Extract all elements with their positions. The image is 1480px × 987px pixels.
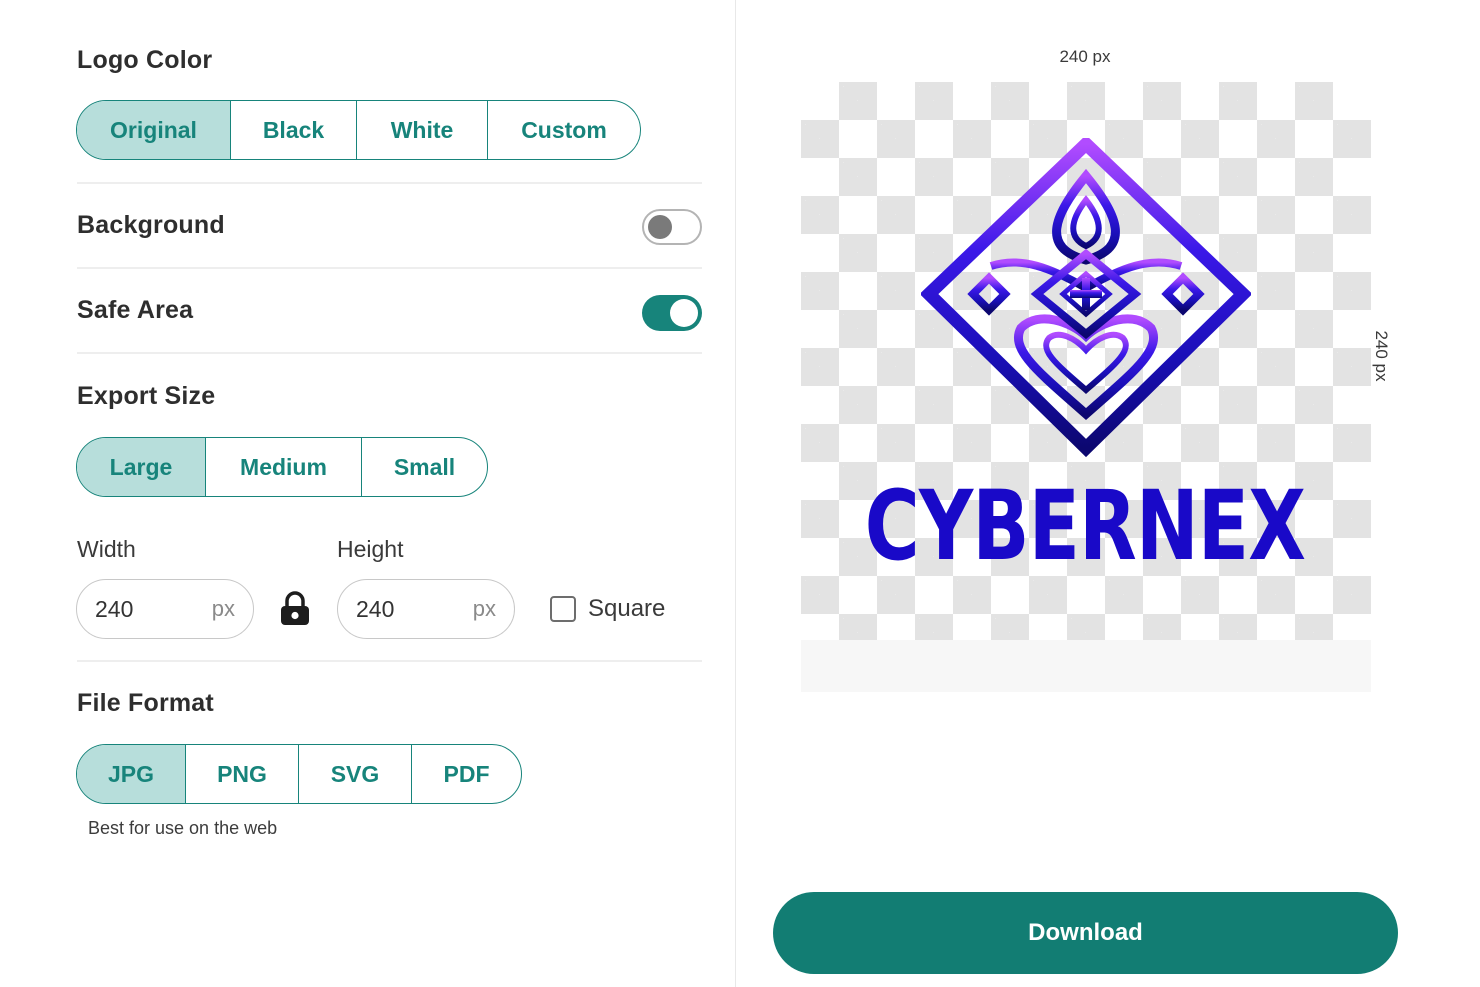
- square-label: Square: [588, 595, 666, 622]
- diamond-emblem-icon: [921, 138, 1251, 458]
- height-label: Height: [337, 536, 404, 562]
- toggle-knob: [670, 299, 698, 327]
- file-format-png-button[interactable]: PNG: [186, 745, 299, 803]
- height-input[interactable]: [356, 595, 446, 623]
- safe-area-margin: [801, 640, 1371, 692]
- safe-area-label: Safe Area: [77, 296, 194, 324]
- background-label: Background: [77, 211, 225, 239]
- square-checkbox[interactable]: [550, 596, 576, 622]
- download-button[interactable]: Download: [773, 892, 1398, 974]
- logo-color-custom-button[interactable]: Custom: [488, 101, 640, 159]
- height-unit: px: [472, 596, 496, 621]
- file-format-pdf-button[interactable]: PDF: [412, 745, 521, 803]
- divider: [77, 267, 702, 269]
- file-format-svg-button[interactable]: SVG: [299, 745, 412, 803]
- preview-height-dimension: 240 px: [1372, 330, 1391, 382]
- divider: [77, 660, 702, 662]
- lock-icon[interactable]: [279, 591, 311, 627]
- export-size-large-button[interactable]: Large: [77, 438, 206, 496]
- divider: [77, 352, 702, 354]
- preview-panel: 240 px 240 px CYBERNEX Download: [736, 0, 1480, 987]
- safe-area-toggle[interactable]: [642, 295, 702, 331]
- file-format-hint: Best for use on the web: [88, 818, 278, 838]
- export-size-selector: Large Medium Small: [76, 437, 488, 497]
- export-size-medium-button[interactable]: Medium: [206, 438, 362, 496]
- export-size-small-button[interactable]: Small: [362, 438, 487, 496]
- brand-wordmark: CYBERNEX: [864, 470, 1306, 582]
- logo-color-selector: Original Black White Custom: [76, 100, 641, 160]
- file-format-title: File Format: [77, 689, 214, 717]
- preview-width-dimension: 240 px: [1059, 47, 1111, 66]
- width-input[interactable]: [95, 595, 185, 623]
- width-label: Width: [77, 536, 136, 562]
- width-field: px: [76, 579, 254, 639]
- background-toggle[interactable]: [642, 209, 702, 245]
- logo-color-white-button[interactable]: White: [357, 101, 488, 159]
- file-format-jpg-button[interactable]: JPG: [77, 745, 186, 803]
- height-field: px: [337, 579, 515, 639]
- width-unit: px: [211, 596, 235, 621]
- logo-color-original-button[interactable]: Original: [77, 101, 231, 159]
- export-settings-panel: Logo Color Original Black White Custom B…: [0, 0, 735, 987]
- logo-color-title: Logo Color: [77, 46, 213, 74]
- logo-color-black-button[interactable]: Black: [231, 101, 357, 159]
- square-option[interactable]: Square: [550, 595, 665, 623]
- toggle-knob: [648, 215, 672, 239]
- file-format-selector: JPG PNG SVG PDF: [76, 744, 522, 804]
- export-size-title: Export Size: [77, 382, 216, 410]
- divider: [77, 182, 702, 184]
